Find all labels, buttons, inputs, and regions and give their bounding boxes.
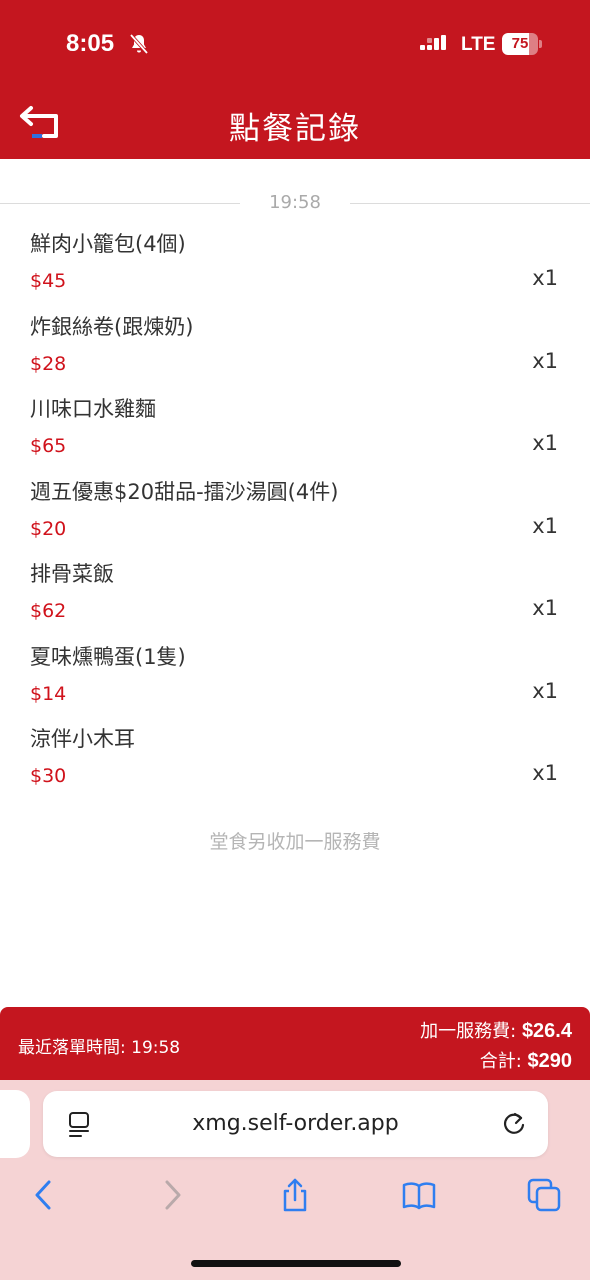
last-order-time: 最近落單時間: 19:58 bbox=[18, 1038, 181, 1058]
order-item: 涼伴小木耳 $30 x1 bbox=[0, 721, 590, 804]
divider-line bbox=[350, 203, 590, 204]
browser-toolbar: xmg.self-order.app bbox=[0, 1080, 590, 1280]
back-nav-icon[interactable] bbox=[27, 1178, 61, 1212]
tabs-icon[interactable] bbox=[527, 1178, 561, 1212]
item-price: $30 bbox=[30, 765, 67, 787]
item-quantity: x1 bbox=[532, 348, 558, 373]
service-charge-note: 堂食另收加一服務費 bbox=[209, 831, 381, 853]
item-name: 排骨菜飯 bbox=[30, 562, 114, 586]
service-charge: 加一服務費: $26.4 bbox=[420, 1017, 572, 1043]
item-price: $45 bbox=[30, 270, 67, 292]
item-price: $20 bbox=[30, 517, 67, 540]
forward-nav-icon[interactable] bbox=[155, 1178, 189, 1212]
bell-muted-icon bbox=[129, 33, 149, 55]
item-name: 川味口水雞麵 bbox=[30, 397, 156, 421]
home-indicator bbox=[191, 1260, 401, 1267]
address-bar[interactable]: xmg.self-order.app bbox=[43, 1091, 548, 1157]
item-name: 週五優惠$20甜品-擂沙湯圓(4件) bbox=[30, 479, 339, 504]
status-bar: 8:05 LTE 75 bbox=[0, 0, 590, 90]
item-quantity: x1 bbox=[532, 678, 558, 703]
divider-line bbox=[0, 203, 240, 204]
order-item: 週五優惠$20甜品-擂沙湯圓(4件) $20 x1 bbox=[0, 474, 590, 557]
order-item: 夏味燻鴨蛋(1隻) $14 x1 bbox=[0, 639, 590, 722]
order-item: 川味口水雞麵 $65 x1 bbox=[0, 391, 590, 474]
item-price: $28 bbox=[30, 352, 67, 375]
order-time-divider: 19:58 bbox=[0, 192, 590, 216]
service-charge-value: $26.4 bbox=[521, 1020, 572, 1042]
status-time: 8:05 bbox=[66, 30, 115, 57]
order-item: 鮮肉小籠包(4個) $45 x1 bbox=[0, 226, 590, 309]
page-title: 點餐記錄 bbox=[229, 111, 361, 147]
signal-icon bbox=[420, 35, 446, 50]
bookmarks-icon[interactable] bbox=[402, 1178, 436, 1212]
order-time: 19:58 bbox=[269, 192, 321, 213]
total-label: 合計: bbox=[479, 1051, 528, 1072]
item-quantity: x1 bbox=[532, 266, 558, 290]
share-icon[interactable] bbox=[278, 1178, 312, 1212]
service-charge-label: 加一服務費: bbox=[420, 1021, 522, 1042]
url-text[interactable]: xmg.self-order.app bbox=[43, 1111, 548, 1136]
item-price: $62 bbox=[30, 600, 67, 622]
item-name: 夏味燻鴨蛋(1隻) bbox=[30, 644, 186, 669]
total-value: $290 bbox=[527, 1050, 573, 1072]
previous-tab-preview[interactable] bbox=[0, 1090, 30, 1158]
order-item: 炸銀絲卷(跟煉奶) $28 x1 bbox=[0, 309, 590, 392]
battery-icon: 75 bbox=[502, 33, 542, 55]
order-list: 鮮肉小籠包(4個) $45 x1 炸銀絲卷(跟煉奶) $28 x1 川味口水雞麵… bbox=[0, 226, 590, 804]
network-label: LTE bbox=[461, 34, 496, 55]
order-summary-bar: 最近落單時間: 19:58 加一服務費: $26.4 合計: $290 bbox=[0, 1007, 590, 1080]
order-item: 排骨菜飯 $62 x1 bbox=[0, 556, 590, 639]
item-quantity: x1 bbox=[532, 513, 558, 538]
item-quantity: x1 bbox=[532, 431, 558, 455]
item-name: 鮮肉小籠包(4個) bbox=[30, 232, 186, 256]
item-quantity: x1 bbox=[532, 596, 558, 620]
item-name: 炸銀絲卷(跟煉奶) bbox=[30, 314, 194, 339]
order-total: 合計: $290 bbox=[480, 1047, 572, 1073]
item-name: 涼伴小木耳 bbox=[30, 727, 135, 751]
reload-icon[interactable] bbox=[500, 1110, 528, 1138]
item-quantity: x1 bbox=[532, 761, 558, 785]
battery-percent: 75 bbox=[511, 35, 529, 52]
item-price: $65 bbox=[30, 435, 67, 457]
item-price: $14 bbox=[30, 682, 67, 705]
